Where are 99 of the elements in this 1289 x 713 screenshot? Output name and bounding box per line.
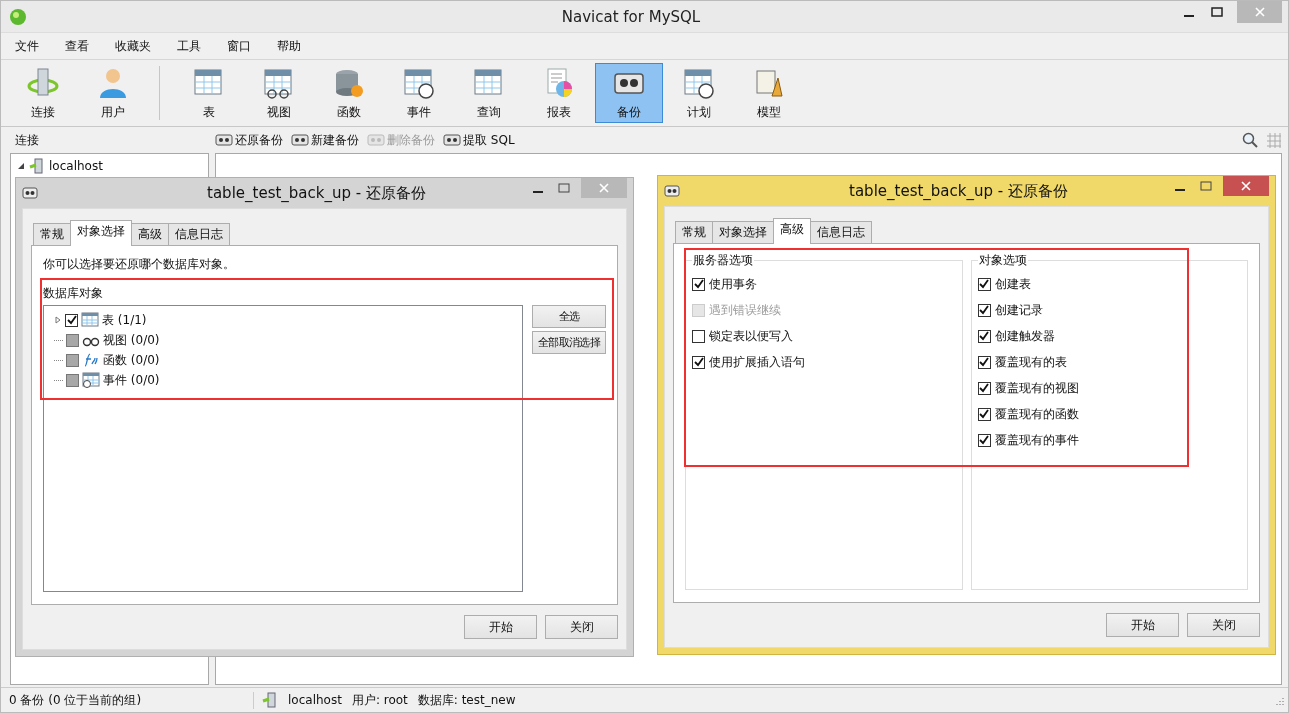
dialog-button[interactable]: 开始 [464, 615, 537, 639]
checkbox[interactable] [977, 329, 991, 343]
cassette-icon [443, 133, 461, 147]
checkbox[interactable] [692, 355, 705, 369]
status-text: localhost [288, 693, 342, 707]
tree-item[interactable]: 表 (1/1) [102, 311, 147, 329]
status-text: 0 备份 (0 位于当前的组) [1, 691, 254, 709]
toolbar-button[interactable]: 用户 [79, 63, 147, 123]
toolbar-button[interactable]: 备份 [595, 63, 663, 123]
server-icon [262, 692, 278, 708]
toolbar-button[interactable]: 事件 [385, 63, 453, 123]
toolbar-link[interactable]: 还原备份 [215, 131, 283, 149]
status-text: 用户: root [351, 691, 408, 709]
toolbar-button[interactable]: 视图 [245, 63, 313, 123]
tree-item[interactable]: 视图 (0/0) [103, 331, 160, 349]
checkbox[interactable] [65, 313, 78, 327]
window-title: Navicat for MySQL [560, 7, 702, 26]
checkbox-label: 覆盖现有的事件 [994, 431, 1079, 449]
dialog-button[interactable]: 开始 [1106, 613, 1179, 637]
checkbox[interactable] [66, 333, 79, 347]
toolbar-button[interactable]: 模型 [735, 63, 803, 123]
function-icon [82, 352, 100, 368]
tab[interactable]: 高级 [131, 223, 169, 245]
checkbox-label: 创建记录 [994, 301, 1043, 319]
tab[interactable]: 信息日志 [168, 223, 230, 245]
checkbox[interactable] [977, 277, 991, 291]
tree-item[interactable]: localhost [49, 159, 103, 173]
resize-grip-icon[interactable] [1274, 695, 1284, 705]
checkbox[interactable] [977, 303, 991, 317]
dialog-button[interactable]: 全部取消选择 [532, 331, 606, 354]
search-icon[interactable] [1242, 132, 1258, 148]
checkbox-label: 覆盖现有的表 [994, 353, 1067, 371]
tree-item[interactable]: 函数 (0/0) [103, 351, 160, 369]
checkbox[interactable] [66, 353, 79, 367]
dialog-button[interactable]: 全选 [532, 305, 606, 328]
minimize-icon [1175, 189, 1185, 191]
checkbox-label: 遇到错误继续 [709, 301, 781, 319]
checkbox[interactable] [977, 433, 991, 447]
close-icon [599, 183, 609, 193]
close-icon [1241, 181, 1251, 191]
tab[interactable]: 信息日志 [810, 221, 872, 243]
close-button[interactable] [1223, 176, 1269, 196]
tab[interactable]: 常规 [675, 221, 713, 243]
checkbox[interactable] [692, 329, 705, 343]
cassette-icon [215, 133, 233, 147]
sidebar-title: 连接 [15, 131, 40, 149]
group-title: 数据库对象 [43, 285, 104, 302]
checkbox-label: 创建触发器 [994, 327, 1055, 345]
checkbox[interactable] [977, 355, 991, 369]
tab[interactable]: 常规 [33, 223, 71, 245]
table-grid-icon [81, 312, 99, 328]
toolbar-button[interactable]: 表 [175, 63, 243, 123]
checkbox[interactable] [977, 407, 991, 421]
menu-item[interactable]: 帮助 [269, 37, 309, 55]
close-icon [1254, 7, 1265, 17]
cassette-icon [291, 133, 309, 147]
checkbox-label: 覆盖现有的函数 [994, 405, 1079, 423]
app-logo-icon [9, 7, 27, 26]
cassette-icon [664, 185, 680, 197]
toolbar-link[interactable]: 新建备份 [291, 131, 359, 149]
tree-expander-icon[interactable] [17, 162, 25, 170]
toolbar-button[interactable]: 函数 [315, 63, 383, 123]
toolbar-button[interactable]: 连接 [9, 63, 77, 123]
maximize-icon [1200, 181, 1212, 191]
checkbox-label: 覆盖现有的视图 [994, 379, 1079, 397]
checkbox-label: 使用事务 [709, 275, 757, 293]
tab[interactable]: 高级 [773, 218, 811, 244]
checkbox[interactable] [66, 373, 79, 387]
toolbar-button[interactable]: 查询 [455, 63, 523, 123]
menu-item[interactable]: 查看 [57, 37, 97, 55]
dialog-button[interactable]: 关闭 [545, 615, 618, 639]
menu-item[interactable]: 收藏夹 [107, 37, 159, 55]
cassette-icon [367, 133, 385, 147]
dialog-title: table_test_back_up - 还原备份 [848, 181, 1069, 201]
tree-item[interactable]: 事件 (0/0) [103, 371, 160, 389]
tab[interactable]: 对象选择 [712, 221, 774, 243]
minimize-icon [533, 191, 543, 193]
description-text: 你可以选择要还原哪个数据库对象。 [43, 256, 236, 273]
server-icon [29, 158, 45, 174]
checkbox[interactable] [977, 381, 991, 395]
minimize-icon [1184, 15, 1194, 17]
checkbox-label: 创建表 [994, 275, 1031, 293]
checkbox-label: 锁定表以便写入 [709, 327, 793, 345]
dialog-button[interactable]: 关闭 [1187, 613, 1260, 637]
toolbar-button[interactable]: 计划 [665, 63, 733, 123]
dialog-title: table_test_back_up - 还原备份 [206, 183, 427, 203]
toolbar-link[interactable]: 提取 SQL [443, 131, 515, 149]
toolbar-button[interactable]: 报表 [525, 63, 593, 123]
maximize-icon [558, 183, 570, 193]
cassette-icon [22, 187, 38, 199]
menu-item[interactable]: 工具 [169, 37, 209, 55]
status-text: 数据库: test_new [417, 691, 516, 709]
calendar-clock-icon [82, 372, 100, 388]
checkbox-label: 使用扩展插入语句 [709, 353, 805, 371]
menu-item[interactable]: 文件 [7, 37, 47, 55]
maximize-icon [1211, 7, 1223, 17]
checkbox[interactable] [692, 277, 705, 291]
tab[interactable]: 对象选择 [70, 220, 132, 246]
menu-item[interactable]: 窗口 [219, 37, 259, 55]
